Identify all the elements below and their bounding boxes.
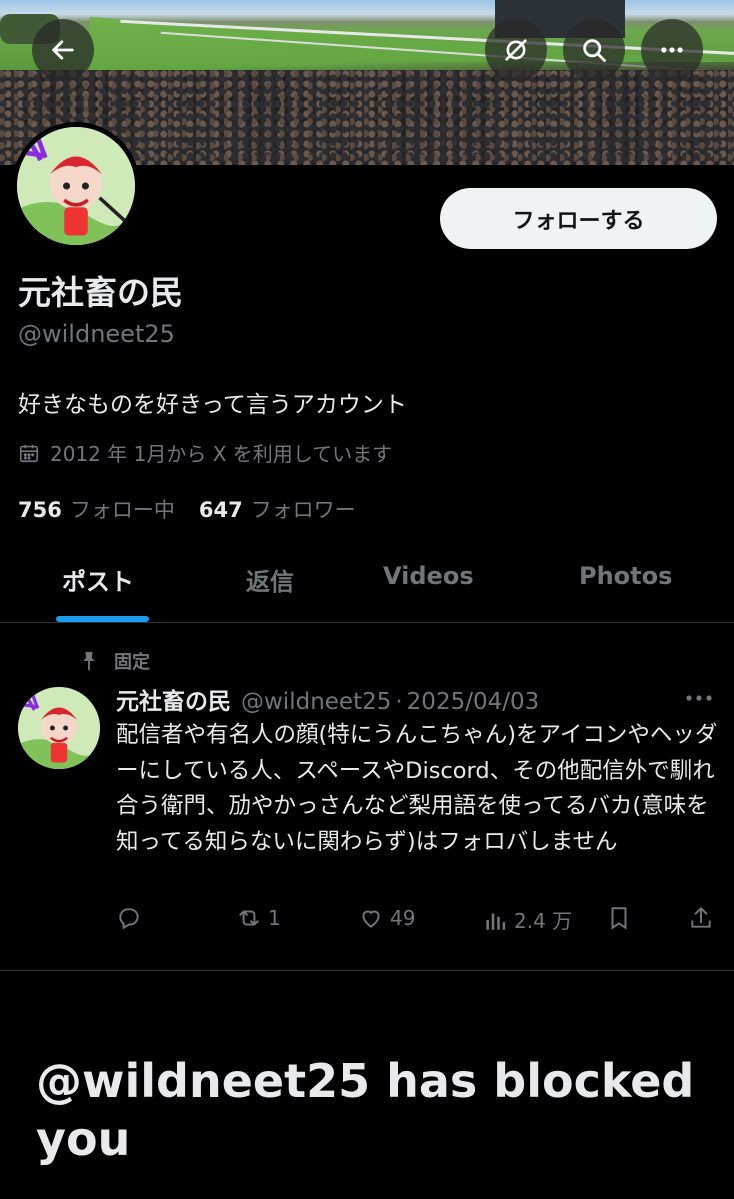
back-button[interactable] [32, 19, 94, 81]
arrow-left-icon [52, 40, 74, 60]
search-icon [583, 39, 606, 62]
views-icon [486, 913, 506, 930]
views-count: 2.4 万 [514, 909, 573, 933]
avatar-image [18, 687, 100, 769]
calendar-icon [19, 444, 39, 462]
followers-link[interactable]: 647 フォロワー [199, 494, 356, 524]
share-button[interactable] [688, 905, 714, 931]
active-tab-indicator [56, 616, 149, 622]
post-separator: · [395, 689, 403, 715]
profile-bio: 好きなものを好きって言うアカウント [18, 392, 407, 418]
following-count: 756 [18, 498, 62, 522]
heart-icon [362, 910, 380, 928]
more-icon [661, 47, 683, 53]
grok-icon [505, 39, 527, 61]
profile-handle: @wildneet25 [18, 320, 175, 348]
follow-button[interactable]: フォローする [440, 188, 717, 249]
post-header: 元社畜の民 @wildneet25 · 2025/04/03 [116, 682, 539, 716]
post-date[interactable]: 2025/04/03 [407, 689, 540, 715]
divider [0, 970, 734, 971]
avatar-image [17, 127, 135, 245]
following-link[interactable]: 756 フォロー中 [18, 494, 175, 524]
tab-photos[interactable]: Photos [579, 562, 672, 590]
post-actions: 1 49 2.4 万 [116, 905, 720, 945]
share-icon [691, 906, 711, 928]
following-label: フォロー中 [69, 498, 175, 522]
pinned-text: 固定 [114, 652, 150, 673]
search-button[interactable] [563, 19, 625, 81]
profile-tabs: ポスト 返信 Videos Photos [0, 540, 734, 623]
like-count: 49 [390, 906, 416, 930]
post-more-icon[interactable] [683, 686, 715, 710]
profile-name: 元社畜の民 [18, 273, 183, 312]
bookmark-button[interactable] [606, 905, 632, 931]
tab-posts[interactable]: ポスト [62, 562, 134, 597]
profile-avatar[interactable] [12, 122, 140, 250]
repost-icon [239, 910, 259, 926]
tab-replies[interactable]: 返信 [246, 562, 294, 597]
joined-date: 2012 年 1月から X を利用しています [18, 438, 392, 467]
reply-button[interactable] [116, 905, 148, 931]
profile-stats: 756 フォロー中 647 フォロワー [18, 494, 356, 524]
views-button[interactable]: 2.4 万 [482, 905, 572, 934]
reply-icon [119, 908, 139, 930]
grok-button[interactable] [485, 19, 547, 81]
post-author-handle[interactable]: @wildneet25 [241, 689, 391, 715]
blocked-message: @wildneet25 has blocked you [36, 1054, 695, 1166]
post-author-name[interactable]: 元社畜の民 [116, 682, 231, 716]
joined-text: 2012 年 1月から X を利用しています [50, 442, 393, 466]
followers-label: フォロワー [250, 498, 356, 522]
tab-videos[interactable]: Videos [383, 562, 474, 590]
pin-icon [83, 651, 95, 671]
bookmark-icon [611, 907, 627, 930]
followers-count: 647 [198, 498, 243, 522]
pinned-label: 固定 [78, 648, 150, 674]
like-button[interactable]: 49 [358, 905, 415, 931]
post-author-avatar[interactable] [18, 687, 100, 769]
repost-button[interactable]: 1 [236, 905, 281, 931]
more-button[interactable] [641, 19, 703, 81]
repost-count: 1 [268, 906, 281, 930]
post-text: 配信者や有名人の顔(特にうんこちゃん)をアイコンやヘッダーにしている人、スペース… [116, 722, 718, 855]
